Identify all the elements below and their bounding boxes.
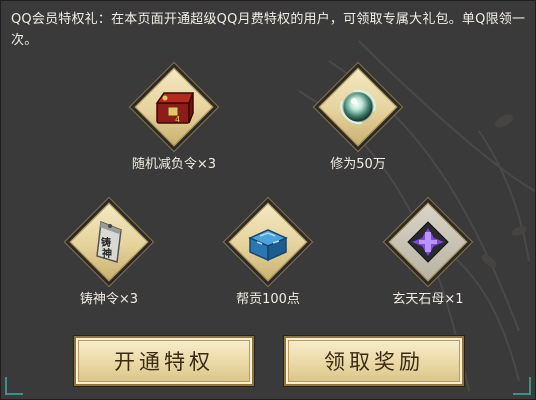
open-privilege-button[interactable]: 开通特权 <box>73 335 255 387</box>
privilege-notice: QQ会员特权礼：在本页面开通超级QQ月费特权的用户，可领取专属大礼包。单Q限领一… <box>11 12 526 48</box>
reward-item: 铸 神 铸神令×3 <box>49 202 169 307</box>
purple-stone-icon <box>407 221 449 263</box>
svg-text:铸: 铸 <box>101 236 111 249</box>
red-treasure-chest-icon: 4 <box>155 92 195 124</box>
blue-box-icon <box>248 229 288 262</box>
reward-frame: 铸 神 <box>69 202 149 282</box>
reward-item: 帮贡100点 <box>208 202 328 307</box>
svg-text:4: 4 <box>175 115 180 124</box>
reward-frame <box>228 202 308 282</box>
reward-panel: QQ会员特权礼：在本页面开通超级QQ月费特权的用户，可领取专属大礼包。单Q限领一… <box>0 0 536 400</box>
corner-ornament-right <box>513 377 531 395</box>
claim-reward-button[interactable]: 领取奖励 <box>283 335 465 387</box>
corner-ornament-left <box>5 377 23 395</box>
reward-item: 修为50万 <box>298 67 418 172</box>
reward-frame <box>318 67 398 147</box>
reward-label: 修为50万 <box>330 157 386 172</box>
reward-label: 铸神令×3 <box>79 292 139 307</box>
reward-label: 随机减负令×3 <box>131 157 217 172</box>
reward-item: 4 随机减负令×3 <box>114 67 234 172</box>
reward-frame <box>388 202 468 282</box>
glowing-orb-icon <box>340 89 376 125</box>
reward-item: 玄天石母×1 <box>368 202 488 307</box>
svg-text:神: 神 <box>102 247 112 260</box>
zhushen-token-icon: 铸 神 <box>96 220 122 263</box>
reward-label: 玄天石母×1 <box>392 292 464 307</box>
reward-label: 帮贡100点 <box>236 292 300 307</box>
reward-frame: 4 <box>134 67 214 147</box>
